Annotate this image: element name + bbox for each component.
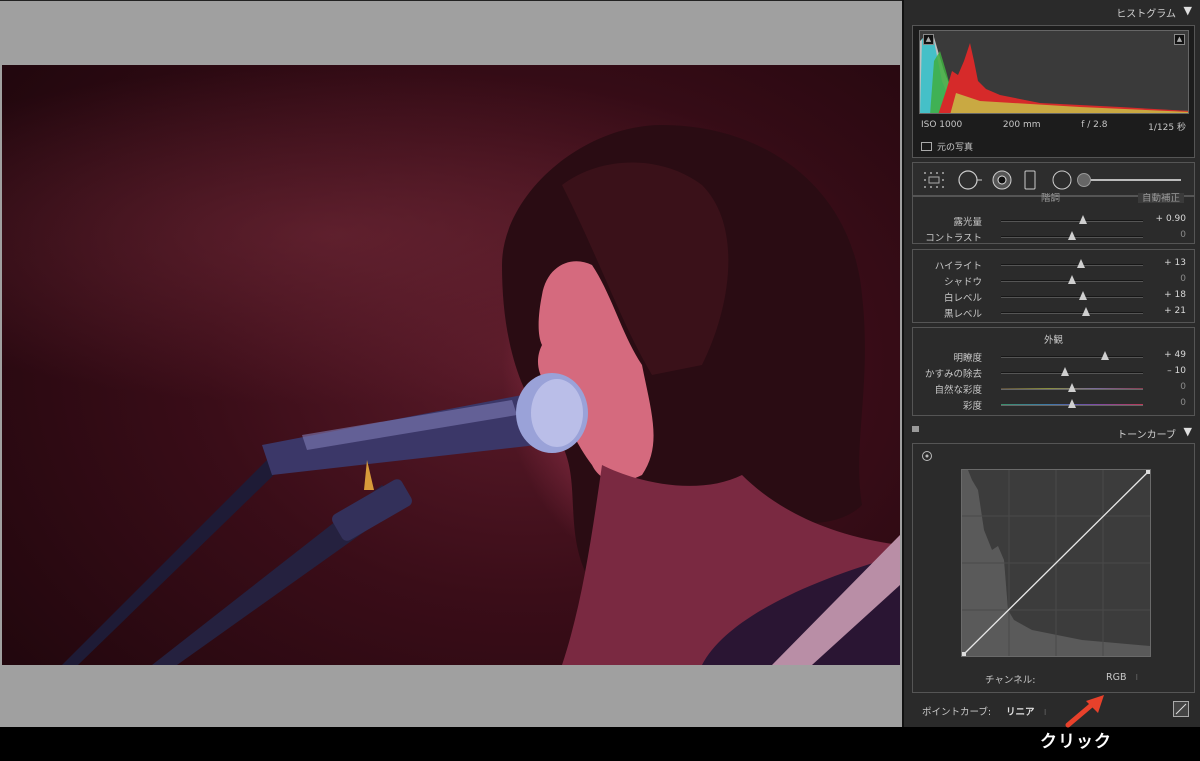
slider-track[interactable]: [1001, 220, 1143, 222]
slider-row[interactable]: 自然な彩度 0: [913, 380, 1194, 396]
slider-label: 明瞭度: [953, 353, 982, 364]
point-curve-select[interactable]: リニア ⁝: [1006, 704, 1046, 718]
graduated-filter-icon[interactable]: [1023, 169, 1037, 191]
point-curve-value: リニア: [1006, 707, 1035, 718]
radial-filter-icon[interactable]: [1051, 169, 1073, 191]
highlight-clipping-icon[interactable]: ▲: [1174, 34, 1185, 45]
slider-row[interactable]: ハイライト + 13: [913, 256, 1194, 272]
slider-value[interactable]: 0: [1180, 398, 1186, 408]
slider-value[interactable]: + 0.90: [1156, 214, 1186, 224]
basic-appearance-group: 外観 明瞭度 + 49 かすみの除去 – 10 自然な彩度 0 彩度 0: [912, 327, 1195, 416]
exif-aperture: f / 2.8: [1081, 120, 1108, 130]
slider-thumb[interactable]: [1079, 215, 1088, 224]
slider-value[interactable]: + 18: [1164, 290, 1186, 300]
basic-tone-group: 階調 自動補正 露光量 + 0.90 コントラスト 0: [912, 193, 1195, 244]
point-curve-edit-icon[interactable]: [1173, 701, 1189, 717]
slider-track[interactable]: [1001, 312, 1143, 314]
shadow-clipping-icon[interactable]: ▲: [923, 34, 934, 45]
point-curve-label: ポイントカーブ:: [922, 707, 992, 718]
original-photo-checkbox[interactable]: [921, 142, 932, 151]
slider-label: シャドウ: [943, 277, 982, 288]
slider-track[interactable]: [1001, 296, 1143, 298]
slider-thumb[interactable]: [1060, 367, 1069, 376]
crop-overlay-icon[interactable]: [923, 171, 945, 189]
develop-right-panel: ヒストグラム ▼ ▲ ▲ ISO 1000 200 mm f / 2.8 1/1…: [902, 0, 1200, 727]
tool-strip: [912, 162, 1195, 196]
slider-thumb[interactable]: [1068, 399, 1076, 408]
auto-button[interactable]: 自動補正: [1137, 193, 1184, 203]
slider-value[interactable]: + 21: [1164, 306, 1186, 316]
stepper-icon: ⁝: [1135, 673, 1139, 682]
slider-row[interactable]: シャドウ 0: [913, 272, 1194, 288]
exif-iso: ISO 1000: [921, 120, 963, 130]
appearance-title: 外観: [1043, 335, 1063, 346]
slider-track[interactable]: [1001, 372, 1143, 374]
slider-label: 彩度: [962, 401, 982, 412]
slider-label: ハイライト: [934, 261, 982, 272]
photo-singer-with-microphone[interactable]: [2, 65, 900, 665]
original-photo-toggle[interactable]: 元の写真: [921, 140, 973, 153]
red-eye-icon[interactable]: [991, 169, 1013, 191]
histogram-title: ヒストグラム: [1116, 9, 1176, 20]
annotation-arrow-icon: [1065, 695, 1104, 728]
target-adjust-icon[interactable]: [921, 450, 933, 462]
slider-track[interactable]: [1001, 356, 1143, 358]
histogram-graph[interactable]: ▲ ▲: [919, 30, 1189, 114]
slider-value[interactable]: 0: [1180, 382, 1186, 392]
slider-row[interactable]: 露光量 + 0.90: [913, 212, 1194, 228]
partial-header: 階調 自動補正: [913, 193, 1194, 203]
slider-row[interactable]: 白レベル + 18: [913, 288, 1194, 304]
channel-label: チャンネル:: [985, 675, 1036, 686]
slider-thumb[interactable]: [1076, 259, 1085, 268]
click-annotation-label: クリック: [1040, 732, 1112, 752]
slider-value[interactable]: + 49: [1164, 350, 1186, 360]
channel-select[interactable]: RGB ⁝: [1106, 672, 1138, 683]
slider-value[interactable]: – 10: [1167, 366, 1186, 376]
slider-label: コントラスト: [925, 233, 982, 244]
image-preview-area: [0, 0, 902, 727]
original-photo-label: 元の写真: [937, 143, 974, 153]
exif-shutter: 1/125 秒: [1148, 123, 1186, 133]
stepper-icon: ⁝: [1043, 708, 1047, 717]
slider-label: 自然な彩度: [934, 385, 982, 396]
basic-presence-group: ハイライト + 13 シャドウ 0 白レベル + 18 黒レベル + 21: [912, 249, 1195, 323]
slider-thumb[interactable]: [1068, 383, 1076, 392]
slider-value[interactable]: + 13: [1164, 258, 1186, 268]
slider-row[interactable]: かすみの除去 – 10: [913, 364, 1194, 380]
slider-value[interactable]: 0: [1180, 230, 1186, 240]
slider-value[interactable]: 0: [1180, 274, 1186, 284]
tone-curve-panel: チャンネル: RGB ⁝: [912, 443, 1195, 693]
slider-label: 黒レベル: [943, 309, 982, 320]
histogram-panel: ▲ ▲ ISO 1000 200 mm f / 2.8 1/125 秒 元の写真: [912, 25, 1195, 158]
slider-row[interactable]: 黒レベル + 21: [913, 304, 1194, 320]
tone-curve-graph[interactable]: [961, 469, 1151, 657]
collapse-triangle-icon[interactable]: ▼: [1184, 4, 1192, 17]
slider-thumb[interactable]: [1082, 307, 1091, 316]
slider-thumb[interactable]: [1068, 231, 1076, 240]
slider-label: 白レベル: [943, 293, 982, 304]
slider-row[interactable]: 明瞭度 + 49: [913, 348, 1194, 364]
slider-label: 露光量: [953, 217, 982, 228]
panel-toggle-icon[interactable]: [912, 426, 919, 432]
adjustment-brush-icon[interactable]: [1077, 173, 1091, 187]
exif-focal-length: 200 mm: [1002, 120, 1041, 130]
slider-row[interactable]: 彩度 0: [913, 396, 1194, 412]
channel-value: RGB: [1106, 672, 1127, 683]
brush-slider-track[interactable]: [1079, 179, 1181, 181]
tone-heading: 階調: [1041, 193, 1061, 203]
slider-thumb[interactable]: [1100, 351, 1109, 360]
histogram-header[interactable]: ヒストグラム ▼: [904, 0, 1200, 22]
slider-thumb[interactable]: [1079, 291, 1088, 300]
collapse-triangle-icon[interactable]: ▼: [1184, 425, 1192, 438]
point-curve-row: ポイントカーブ: リニア ⁝: [912, 697, 1195, 722]
slider-track[interactable]: [1001, 264, 1143, 266]
tone-curve-title: トーンカーブ: [1117, 430, 1176, 441]
slider-row[interactable]: コントラスト 0: [913, 228, 1194, 244]
tone-curve-header[interactable]: トーンカーブ ▼: [904, 423, 1200, 441]
slider-label: かすみの除去: [924, 369, 982, 380]
slider-thumb[interactable]: [1068, 275, 1076, 284]
spot-removal-icon[interactable]: [957, 169, 983, 191]
exif-info: ISO 1000 200 mm f / 2.8 1/125 秒: [921, 120, 1186, 133]
